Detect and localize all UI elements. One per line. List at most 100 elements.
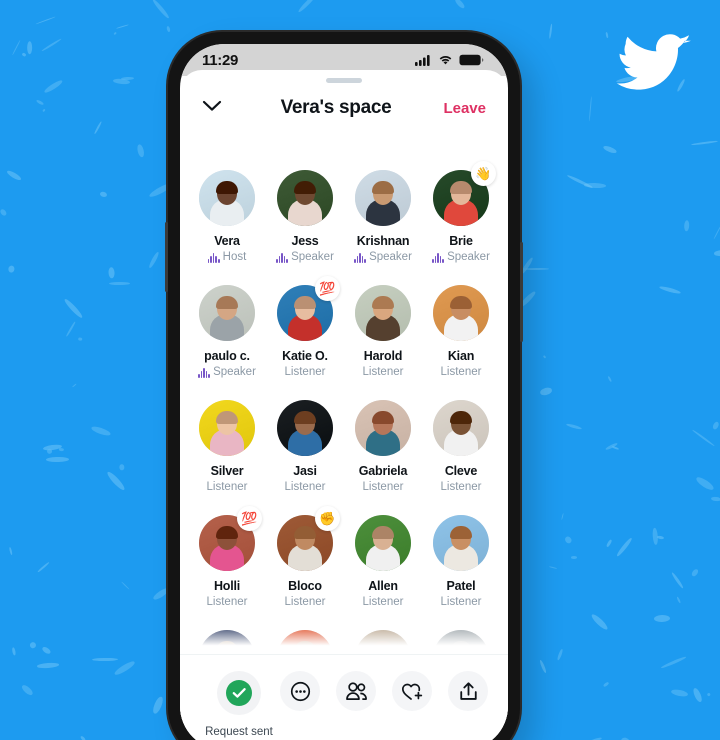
- avatar-wrapper: [199, 630, 255, 654]
- participant-card-partial[interactable]: [422, 630, 500, 654]
- share-button[interactable]: [448, 671, 488, 711]
- background-texture-mark: [619, 736, 632, 740]
- participant-card[interactable]: Kian Listener: [422, 285, 500, 378]
- background-texture-mark: [710, 496, 720, 503]
- participant-card[interactable]: 💯 Holli Listener: [188, 506, 266, 608]
- background-texture-mark: [66, 320, 77, 337]
- chevron-down-icon: [202, 100, 222, 111]
- invite-button[interactable]: [392, 671, 432, 711]
- background-texture-mark: [566, 174, 593, 189]
- avatar-wrapper: 💯: [199, 506, 262, 571]
- participant-card-partial[interactable]: [266, 630, 344, 654]
- background-texture-mark: [26, 41, 33, 55]
- participant-role-row: Listener: [285, 481, 326, 493]
- leave-button[interactable]: Leave: [440, 100, 486, 117]
- background-texture-mark: [589, 612, 610, 632]
- background-texture-mark: [690, 567, 700, 578]
- background-texture-mark: [21, 52, 26, 58]
- background-texture-mark: [119, 463, 125, 471]
- participant-card[interactable]: ✊ Bloco Listener: [266, 506, 344, 608]
- background-texture-mark: [608, 376, 613, 382]
- participant-role: Host: [222, 251, 247, 263]
- avatar: [277, 630, 333, 654]
- background-texture-mark: [79, 735, 86, 740]
- background-texture-mark: [566, 422, 582, 430]
- background-texture-mark: [105, 469, 127, 492]
- participant-role-row: Listener: [363, 596, 404, 608]
- collapse-button[interactable]: [202, 99, 232, 117]
- background-texture-mark: [121, 581, 130, 590]
- background-texture-mark: [35, 98, 45, 106]
- background-texture-mark: [136, 143, 146, 159]
- participant-card-partial[interactable]: [188, 630, 266, 654]
- participant-card[interactable]: paulo c. Speaker: [188, 285, 266, 378]
- participant-card-partial[interactable]: [344, 630, 422, 654]
- participant-card[interactable]: Patel Listener: [422, 515, 500, 608]
- background-texture-mark: [90, 425, 111, 438]
- space-sheet: Vera's space Leave Vera Host Jess Speaker Kr…: [180, 70, 508, 740]
- participant-card[interactable]: Jasi Listener: [266, 400, 344, 493]
- background-texture-mark: [657, 534, 665, 540]
- participant-card[interactable]: Cleve Listener: [422, 400, 500, 493]
- background-texture-mark: [147, 251, 160, 269]
- participant-role-row: Listener: [441, 596, 482, 608]
- participant-card[interactable]: Krishnan Speaker: [344, 170, 422, 263]
- avatar: [277, 170, 333, 226]
- request-status-label: Request sent: [205, 726, 273, 738]
- space-header: Vera's space Leave: [180, 83, 508, 129]
- background-texture-mark: [556, 647, 564, 661]
- avatar: [355, 170, 411, 226]
- background-texture-mark: [587, 736, 603, 740]
- avatar: [433, 285, 489, 341]
- background-texture-mark: [676, 596, 682, 605]
- background-texture-mark: [694, 474, 715, 492]
- participant-card[interactable]: Jess Speaker: [266, 170, 344, 263]
- background-texture-mark: [115, 24, 129, 30]
- participant-role-row: Listener: [363, 366, 404, 378]
- avatar-wrapper: [433, 285, 489, 341]
- reaction-badge: 💯: [237, 506, 262, 531]
- speaking-waveform-icon: [207, 252, 220, 263]
- participant-name: Vera: [214, 234, 240, 248]
- more-options-button[interactable]: [280, 671, 320, 711]
- participant-role-row: Listener: [285, 366, 326, 378]
- participant-role-row: Speaker: [276, 251, 334, 263]
- people-button[interactable]: [336, 671, 376, 711]
- participant-name: Brie: [449, 234, 473, 248]
- avatar-wrapper: [355, 170, 411, 226]
- participant-card[interactable]: Silver Listener: [188, 400, 266, 493]
- background-texture-mark: [658, 285, 682, 296]
- background-texture-mark: [690, 140, 718, 146]
- background-texture-mark: [712, 421, 720, 431]
- participants-scroll-area[interactable]: Vera Host Jess Speaker Krishnan Speaker 👋 Brie S…: [180, 156, 508, 654]
- background-texture-mark: [8, 264, 15, 273]
- avatar-wrapper: [277, 170, 333, 226]
- background-texture-mark: [564, 534, 573, 544]
- status-bar-icons: [415, 54, 484, 66]
- avatar-wrapper: [199, 285, 255, 341]
- request-sent-button[interactable]: [217, 671, 261, 715]
- avatar-wrapper: [355, 400, 411, 456]
- participant-name: Bloco: [288, 579, 322, 593]
- background-texture-mark: [45, 457, 69, 463]
- heart-plus-icon: [401, 683, 423, 700]
- participant-card[interactable]: 💯 Katie O. Listener: [266, 276, 344, 378]
- background-texture-mark: [713, 248, 720, 256]
- participant-card[interactable]: 👋 Brie Speaker: [422, 161, 500, 263]
- background-texture-mark: [684, 220, 690, 232]
- participant-name: Kian: [447, 349, 475, 363]
- participant-card[interactable]: Vera Host: [188, 170, 266, 263]
- reaction-badge: ✊: [315, 506, 340, 531]
- background-texture-mark: [660, 655, 686, 669]
- avatar: [199, 285, 255, 341]
- background-texture-mark: [112, 31, 117, 36]
- check-glyph: [232, 688, 246, 698]
- participant-role: Listener: [206, 596, 248, 608]
- participant-card[interactable]: Allen Listener: [344, 515, 422, 608]
- background-texture-mark: [605, 32, 610, 39]
- avatar-wrapper: [277, 400, 333, 456]
- background-texture-mark: [9, 547, 13, 555]
- participant-card[interactable]: Harold Listener: [344, 285, 422, 378]
- participant-card[interactable]: Gabriela Listener: [344, 400, 422, 493]
- background-texture-mark: [691, 429, 715, 447]
